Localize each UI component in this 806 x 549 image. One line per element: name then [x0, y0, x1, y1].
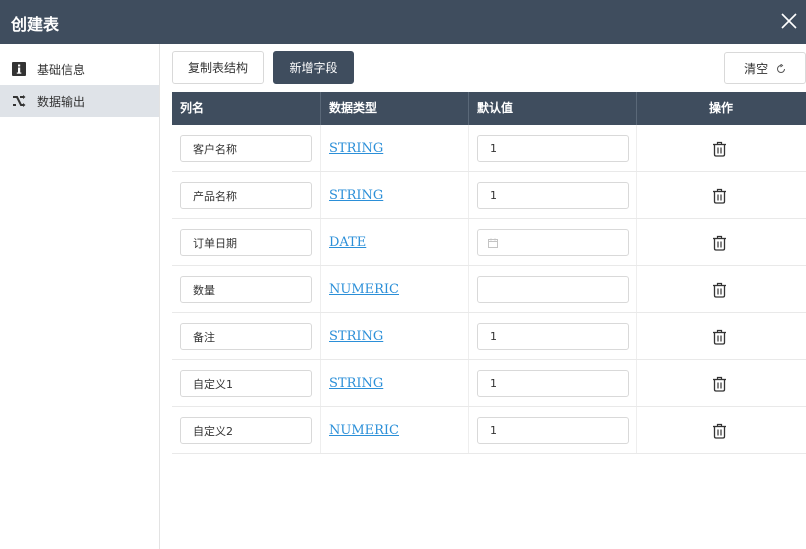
- date-picker-input[interactable]: [477, 229, 629, 256]
- table-header: 列名 数据类型 默认值 操作: [172, 92, 806, 125]
- data-type-link[interactable]: STRING: [329, 329, 383, 344]
- trash-icon[interactable]: [712, 235, 727, 251]
- sidebar-item-label: 基础信息: [37, 63, 86, 77]
- trash-icon[interactable]: [712, 376, 727, 392]
- table-row: NUMERIC: [172, 407, 806, 454]
- clear-button[interactable]: 清空: [724, 52, 806, 84]
- column-name-input[interactable]: [180, 276, 312, 303]
- sidebar: 基础信息 数据输出: [0, 44, 160, 549]
- trash-icon[interactable]: [712, 423, 727, 439]
- column-header-type: 数据类型: [329, 101, 378, 115]
- table-row: STRING: [172, 360, 806, 407]
- table-row: STRING: [172, 172, 806, 219]
- column-header-default: 默认值: [477, 101, 514, 115]
- column-name-input[interactable]: [180, 323, 312, 350]
- column-header-name: 列名: [180, 101, 205, 115]
- close-icon[interactable]: [778, 10, 800, 32]
- trash-icon[interactable]: [712, 329, 727, 345]
- column-divider: [468, 92, 469, 125]
- default-value-input[interactable]: [477, 135, 629, 162]
- sidebar-item-data-output[interactable]: 数据输出: [0, 85, 159, 117]
- table-row: NUMERIC: [172, 266, 806, 313]
- column-name-input[interactable]: [180, 229, 312, 256]
- data-type-link[interactable]: STRING: [329, 376, 383, 391]
- table-row: DATE: [172, 219, 806, 266]
- trash-icon[interactable]: [712, 188, 727, 204]
- data-type-link[interactable]: NUMERIC: [329, 282, 399, 297]
- column-header-actions: 操作: [709, 101, 734, 115]
- window-title: 创建表: [11, 15, 60, 34]
- clear-button-label: 清空: [744, 61, 769, 76]
- default-value-input[interactable]: [477, 182, 629, 209]
- data-type-link[interactable]: STRING: [329, 188, 383, 203]
- data-type-link[interactable]: DATE: [329, 235, 366, 250]
- title-bar: 创建表: [0, 0, 806, 44]
- default-value-input[interactable]: [477, 276, 629, 303]
- column-divider: [636, 92, 637, 125]
- data-type-link[interactable]: STRING: [329, 141, 383, 156]
- default-value-input[interactable]: [477, 323, 629, 350]
- calendar-icon: [488, 238, 498, 248]
- table-body: STRING STRING DATE: [172, 125, 806, 549]
- column-name-input[interactable]: [180, 417, 312, 444]
- sidebar-item-label: 数据输出: [37, 95, 86, 109]
- column-divider: [320, 92, 321, 125]
- default-value-input[interactable]: [477, 417, 629, 444]
- column-name-input[interactable]: [180, 135, 312, 162]
- trash-icon[interactable]: [712, 282, 727, 298]
- info-icon: [12, 62, 26, 76]
- column-name-input[interactable]: [180, 370, 312, 397]
- table-row: STRING: [172, 313, 806, 360]
- data-type-link[interactable]: NUMERIC: [329, 423, 399, 438]
- table-row: STRING: [172, 125, 806, 172]
- trash-icon[interactable]: [712, 141, 727, 157]
- shuffle-icon: [13, 95, 26, 107]
- default-value-input[interactable]: [477, 370, 629, 397]
- copy-structure-button[interactable]: 复制表结构: [172, 51, 264, 84]
- refresh-icon: [776, 63, 785, 73]
- add-field-button[interactable]: 新增字段: [273, 51, 354, 84]
- sidebar-item-basic-info[interactable]: 基础信息: [0, 53, 159, 85]
- column-name-input[interactable]: [180, 182, 312, 209]
